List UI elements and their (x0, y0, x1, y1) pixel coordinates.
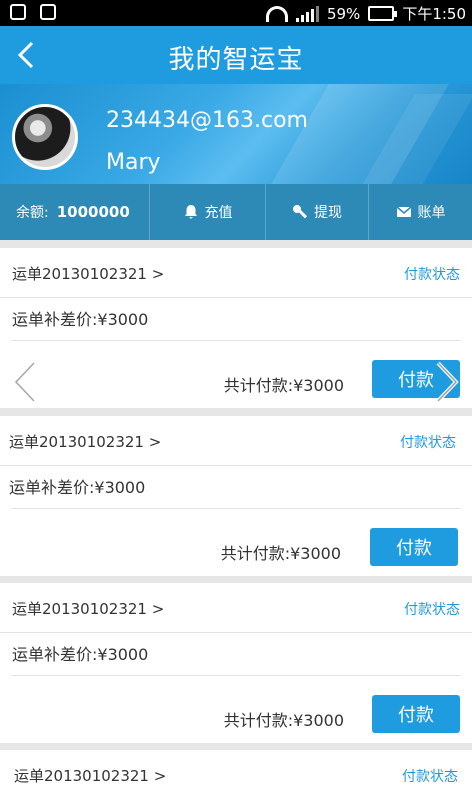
order-list[interactable]: 运单20130102321 > 付款状态 运单补差价:¥3000 共计付款:¥3… (0, 240, 472, 796)
usb-icon (10, 4, 26, 20)
payment-status-link[interactable]: 付款状态 (404, 264, 460, 284)
order-card: 运单20130102321 > 付款状态 运单补差价:¥3000 共计付款:¥3… (0, 583, 472, 743)
order-card-header: 运单20130102321 > 付款状态 (0, 416, 472, 466)
price-difference: 运单补差价:¥3000 (9, 478, 146, 497)
order-card-header: 运单20130102321 > 付款状态 (0, 248, 472, 298)
payment-status-link[interactable]: 付款状态 (402, 766, 458, 786)
battery-percent: 59% (326, 4, 361, 23)
pay-button[interactable]: 付款 (370, 528, 458, 566)
payment-status-link[interactable]: 付款状态 (404, 599, 460, 619)
android-icon (40, 4, 56, 20)
order-card-header: 运单20130102321 > 付款状态 (0, 583, 472, 633)
balance-label: 余额: (16, 205, 49, 221)
recharge-label: 充值 (204, 205, 233, 221)
balance-value: 1000000 (56, 203, 130, 221)
battery-icon (368, 6, 398, 21)
chevron-left-icon (13, 361, 36, 403)
order-card: 运单20130102321 > 付款状态 运单补差价:¥3000 共计付款:¥3… (0, 416, 472, 576)
account-bar: 余额: 1000000 充值 提现 账单 (0, 184, 472, 240)
user-name: Mary (106, 150, 161, 175)
signal-icon (295, 5, 319, 22)
order-number-link[interactable]: 运单20130102321 > (14, 765, 166, 786)
withdraw-button[interactable]: 提现 (266, 184, 369, 240)
bell-icon (184, 205, 197, 219)
divider (12, 340, 460, 341)
profile-banner: 234434@163.com Mary (0, 84, 472, 184)
order-card: 运单20130102321 > 付款状态 运单补差价:¥3000 共计付款:¥3… (0, 248, 472, 408)
total-payment: 共计付款:¥3000 (223, 711, 344, 730)
recharge-button[interactable]: 充值 (150, 184, 266, 240)
order-number-link[interactable]: 运单20130102321 > (9, 431, 161, 452)
order-number-link[interactable]: 运单20130102321 > (12, 598, 164, 619)
next-arrow[interactable] (432, 360, 462, 404)
order-number-link[interactable]: 运单20130102321 > (12, 263, 164, 284)
status-bar: 59% 下午1:50 (0, 0, 472, 26)
price-difference: 运单补差价:¥3000 (12, 310, 149, 329)
total-payment: 共计付款:¥3000 (220, 544, 341, 563)
envelope-icon (396, 206, 411, 217)
withdraw-label: 提现 (314, 205, 342, 221)
order-card-header: 运单20130102321 > 付款状态 (0, 750, 472, 796)
bill-label: 账单 (417, 205, 446, 221)
previous-arrow[interactable] (10, 360, 40, 404)
payment-status-link[interactable]: 付款状态 (400, 432, 456, 452)
page-title: 我的智运宝 (168, 45, 304, 75)
balance: 余额: 1000000 (0, 184, 150, 240)
user-email: 234434@163.com (106, 108, 308, 133)
key-icon (293, 205, 308, 219)
price-difference: 运单补差价:¥3000 (12, 645, 149, 664)
divider (12, 508, 460, 509)
title-bar: 我的智运宝 (0, 26, 472, 84)
divider (12, 675, 460, 676)
avatar-image (12, 104, 78, 170)
chevron-right-icon (436, 361, 459, 403)
total-payment: 共计付款:¥3000 (223, 376, 344, 395)
bill-button[interactable]: 账单 (369, 184, 472, 240)
pay-button[interactable]: 付款 (372, 695, 460, 733)
wifi-icon (265, 5, 288, 22)
order-card: 运单20130102321 > 付款状态 (0, 750, 472, 796)
avatar[interactable] (12, 104, 78, 180)
clock: 下午1:50 (402, 5, 466, 23)
